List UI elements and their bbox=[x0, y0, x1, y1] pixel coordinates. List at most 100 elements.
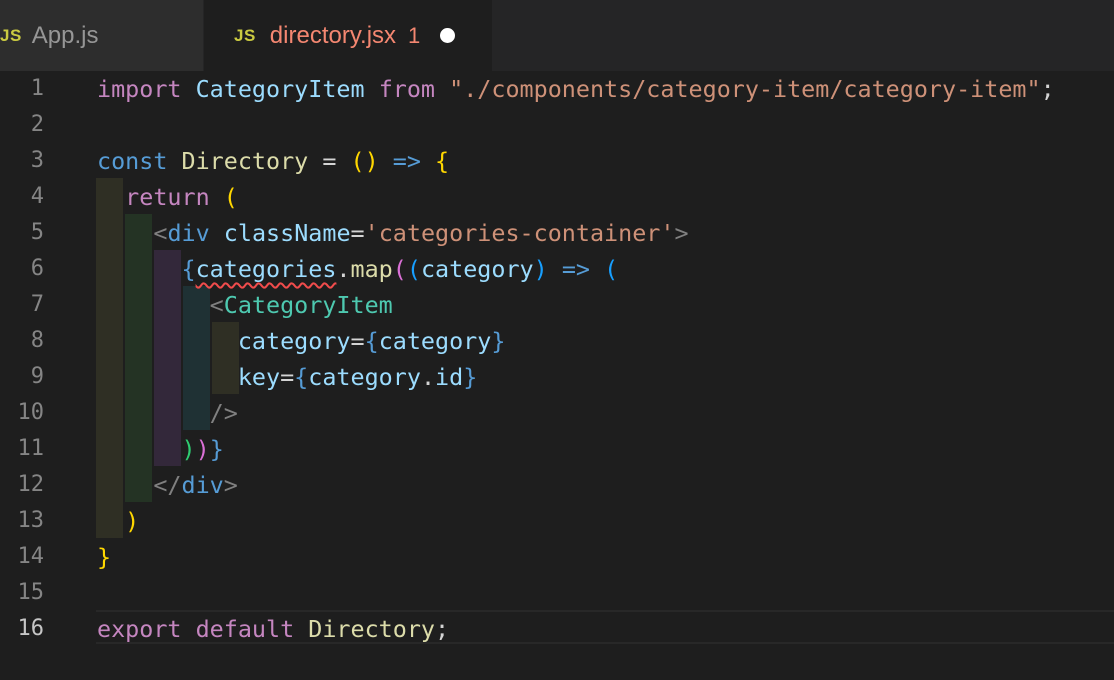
code-line[interactable]: <CategoryItem bbox=[97, 287, 393, 323]
code-line[interactable]: /> bbox=[97, 395, 238, 431]
code-line[interactable]: <div className='categories-container'> bbox=[97, 215, 689, 251]
code-line[interactable]: {categories.map((category) => ( bbox=[97, 251, 619, 287]
code-token: } bbox=[209, 435, 224, 463]
tab-app-js[interactable]: JS App.js bbox=[0, 0, 204, 71]
code-line[interactable]: import CategoryItem from "./components/c… bbox=[97, 71, 1055, 107]
code-line[interactable]: ))} bbox=[97, 431, 224, 467]
code-line[interactable]: } bbox=[97, 539, 111, 575]
code-token: category bbox=[378, 327, 492, 355]
code-token: { bbox=[435, 147, 450, 175]
code-token: < bbox=[209, 291, 224, 319]
line-number: 10 bbox=[17, 400, 45, 425]
code-token: ( bbox=[604, 255, 619, 283]
code-token: { bbox=[181, 255, 196, 283]
code-token: => bbox=[561, 255, 590, 283]
code-token: CategoryItem bbox=[223, 291, 393, 319]
line-number: 8 bbox=[30, 328, 44, 353]
code-token: const bbox=[97, 147, 168, 175]
code-token: { bbox=[294, 363, 309, 391]
tab-label: directory.jsx bbox=[269, 21, 397, 49]
line-number: 4 bbox=[30, 184, 44, 209]
code-token: key bbox=[237, 363, 281, 391]
code-token: ; bbox=[435, 615, 450, 643]
code-token: category bbox=[237, 327, 351, 355]
code-token: ; bbox=[1040, 75, 1055, 103]
code-line[interactable]: const Directory = () => { bbox=[97, 143, 449, 179]
code-token: div bbox=[181, 471, 224, 499]
tab-directory-jsx[interactable]: JS directory.jsx 1 bbox=[204, 0, 492, 71]
js-file-icon: JS bbox=[0, 25, 22, 45]
line-number: 5 bbox=[30, 220, 44, 245]
unsaved-changes-dot-icon[interactable] bbox=[440, 28, 456, 43]
js-file-icon: JS bbox=[234, 25, 256, 45]
line-number: 7 bbox=[30, 292, 44, 317]
code-token: id bbox=[435, 363, 464, 391]
code-token: Directory bbox=[181, 147, 309, 175]
code-token: category bbox=[420, 255, 534, 283]
line-number: 16 bbox=[17, 616, 45, 641]
code-token: "./components/category-item/category-ite… bbox=[449, 75, 1041, 103]
code-line[interactable]: category={category} bbox=[97, 323, 506, 359]
code-token: div bbox=[167, 219, 210, 247]
code-token: } bbox=[97, 543, 112, 571]
code-token: map bbox=[350, 255, 393, 283]
code-line[interactable]: key={category.id} bbox=[97, 359, 477, 395]
line-number: 14 bbox=[17, 544, 45, 569]
problems-count-badge: 1 bbox=[408, 22, 421, 48]
line-number: 2 bbox=[30, 112, 44, 137]
code-token: . bbox=[336, 255, 351, 283]
code-token: </ bbox=[153, 471, 182, 499]
code-editor[interactable]: 1 2 3 4 5 6 7 8 9 10 11 12 13 14 15 16 import CategoryI… bbox=[0, 71, 1114, 680]
code-token: /> bbox=[209, 399, 238, 427]
code-token: > bbox=[223, 471, 238, 499]
line-number: 6 bbox=[30, 256, 44, 281]
line-number: 1 bbox=[30, 76, 44, 101]
tab-bar: JS App.js JS directory.jsx 1 bbox=[0, 0, 1114, 71]
tab-label: App.js bbox=[31, 21, 99, 49]
code-line[interactable]: ) bbox=[97, 503, 139, 539]
code-token: > bbox=[674, 219, 689, 247]
error-token: categories bbox=[195, 255, 337, 283]
code-token: ) bbox=[533, 255, 548, 283]
code-token: ( bbox=[406, 255, 421, 283]
code-token: ( bbox=[392, 255, 407, 283]
code-token: = bbox=[280, 363, 295, 391]
code-token: = bbox=[308, 147, 351, 175]
code-token: Directory bbox=[308, 615, 436, 643]
line-number: 11 bbox=[17, 436, 45, 461]
line-number: 15 bbox=[17, 580, 45, 605]
code-token: } bbox=[463, 363, 478, 391]
code-line[interactable]: </div> bbox=[97, 467, 238, 503]
code-line[interactable]: return ( bbox=[97, 179, 238, 215]
code-token: default bbox=[195, 615, 295, 643]
code-token: ) bbox=[195, 435, 210, 463]
code-token: CategoryItem bbox=[195, 75, 365, 103]
code-token: return bbox=[125, 183, 210, 211]
code-token: from bbox=[378, 75, 436, 103]
line-number: 9 bbox=[30, 364, 44, 389]
code-token: ) bbox=[181, 435, 196, 463]
code-token: 'categories-container' bbox=[364, 219, 675, 247]
code-token: = bbox=[350, 219, 365, 247]
code-line[interactable]: export default Directory; bbox=[97, 611, 449, 647]
line-number: 3 bbox=[30, 148, 44, 173]
